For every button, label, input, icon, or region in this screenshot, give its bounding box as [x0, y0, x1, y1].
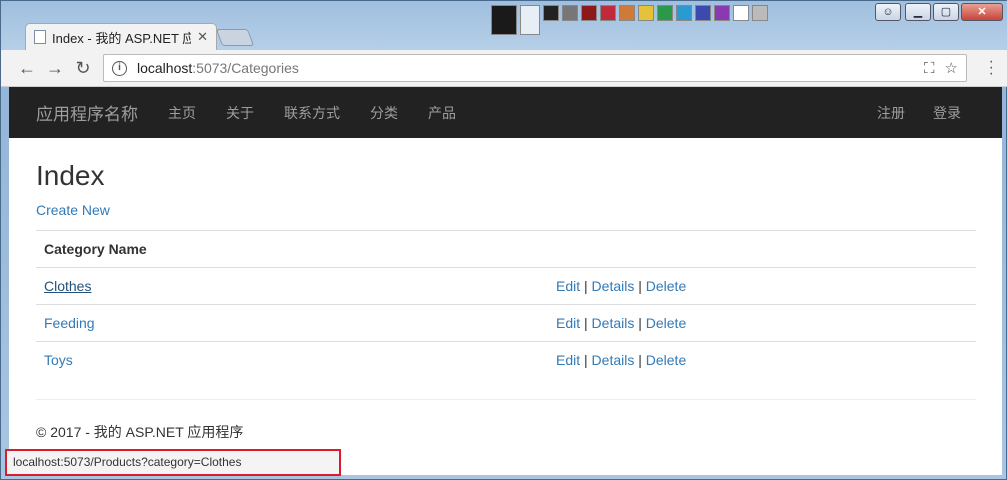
- window-buttons: ▁ ▢ ✕: [903, 3, 1003, 21]
- category-link-feeding[interactable]: Feeding: [44, 315, 95, 331]
- footer-divider: [36, 398, 976, 400]
- nav-login[interactable]: 登录: [933, 103, 961, 123]
- separator: |: [638, 352, 642, 369]
- separator: |: [584, 315, 588, 331]
- background-swatches: [491, 5, 768, 35]
- address-bar[interactable]: i localhost:5073/Categories ⛶ ☆: [103, 54, 967, 82]
- star-icon[interactable]: ☆: [945, 59, 958, 77]
- separator: |: [638, 278, 642, 294]
- url-text: localhost:5073/Categories: [137, 60, 914, 76]
- nav-categories[interactable]: 分类: [370, 103, 398, 123]
- minimize-icon[interactable]: ▁: [905, 3, 931, 21]
- categories-table: Category Name Clothes Edit | Details | D…: [36, 230, 976, 379]
- column-header-actions: [548, 230, 976, 268]
- table-row: Clothes Edit | Details | Delete: [36, 267, 976, 305]
- info-icon[interactable]: i: [112, 60, 127, 76]
- close-window-icon[interactable]: ✕: [961, 3, 1003, 21]
- brand-link[interactable]: 应用程序名称: [36, 100, 138, 125]
- separator: |: [638, 315, 642, 331]
- close-tab-icon[interactable]: ✕: [197, 29, 208, 45]
- forward-icon[interactable]: →: [45, 58, 65, 78]
- tab-title: Index - 我的 ASP.NET 应用程序: [52, 30, 192, 46]
- body-container: Index Create New Category Name Clothes E…: [9, 160, 1002, 442]
- details-link[interactable]: Details: [592, 352, 635, 368]
- table-row: Feeding Edit | Details | Delete: [36, 304, 976, 342]
- user-icon[interactable]: ☺: [875, 3, 901, 21]
- page-viewport: 应用程序名称 主页 关于 联系方式 分类 产品 注册 登录 Index Crea…: [9, 87, 1002, 475]
- delete-link[interactable]: Delete: [646, 352, 686, 368]
- separator: |: [584, 352, 588, 369]
- edit-link[interactable]: Edit: [556, 278, 580, 294]
- maximize-icon[interactable]: ▢: [933, 3, 959, 21]
- column-header-category-name: Category Name: [36, 230, 548, 268]
- separator: |: [584, 278, 588, 294]
- details-link[interactable]: Details: [592, 315, 635, 331]
- edit-link[interactable]: Edit: [556, 352, 580, 368]
- url-host: localhost: [137, 60, 193, 76]
- status-bar-url: localhost:5073/Products?category=Clothes: [5, 449, 341, 476]
- delete-link[interactable]: Delete: [646, 278, 686, 294]
- nav-about[interactable]: 关于: [226, 103, 254, 123]
- browser-tab[interactable]: Index - 我的 ASP.NET 应用程序 ✕: [25, 23, 217, 50]
- nav-home[interactable]: 主页: [168, 103, 196, 123]
- page-footer: © 2017 - 我的 ASP.NET 应用程序: [36, 423, 244, 440]
- page-title: Index: [36, 160, 105, 191]
- back-icon[interactable]: ←: [17, 58, 37, 78]
- nav-right: 注册 登录: [849, 103, 975, 123]
- nav-contact[interactable]: 联系方式: [284, 103, 340, 123]
- browser-window: ☺ ▁ ▢ ✕ Index - 我的 ASP.NET 应用程序 ✕ ← → ↻ …: [0, 0, 1007, 480]
- reload-icon[interactable]: ↻: [73, 58, 93, 78]
- browser-toolbar: ← → ↻ i localhost:5073/Categories ⛶ ☆ · ·…: [1, 50, 1007, 87]
- create-new-link[interactable]: Create New: [36, 202, 110, 218]
- nav-products[interactable]: 产品: [428, 103, 456, 123]
- table-row: Toys Edit | Details | Delete: [36, 341, 976, 379]
- delete-link[interactable]: Delete: [646, 315, 686, 331]
- translate-icon[interactable]: ⛶: [924, 60, 935, 77]
- category-link-toys[interactable]: Toys: [44, 352, 73, 368]
- page-icon: [34, 30, 46, 44]
- category-link-clothes[interactable]: Clothes: [44, 278, 91, 294]
- table-header-row: Category Name: [36, 230, 976, 268]
- menu-icon[interactable]: · · ·: [989, 54, 994, 82]
- site-navbar: 应用程序名称 主页 关于 联系方式 分类 产品 注册 登录: [9, 87, 1002, 138]
- edit-link[interactable]: Edit: [556, 315, 580, 331]
- details-link[interactable]: Details: [592, 278, 635, 294]
- url-path: :5073/Categories: [192, 60, 299, 76]
- nav-register[interactable]: 注册: [877, 103, 905, 123]
- new-tab-button[interactable]: [215, 29, 255, 46]
- window-controls: ☺: [873, 3, 901, 21]
